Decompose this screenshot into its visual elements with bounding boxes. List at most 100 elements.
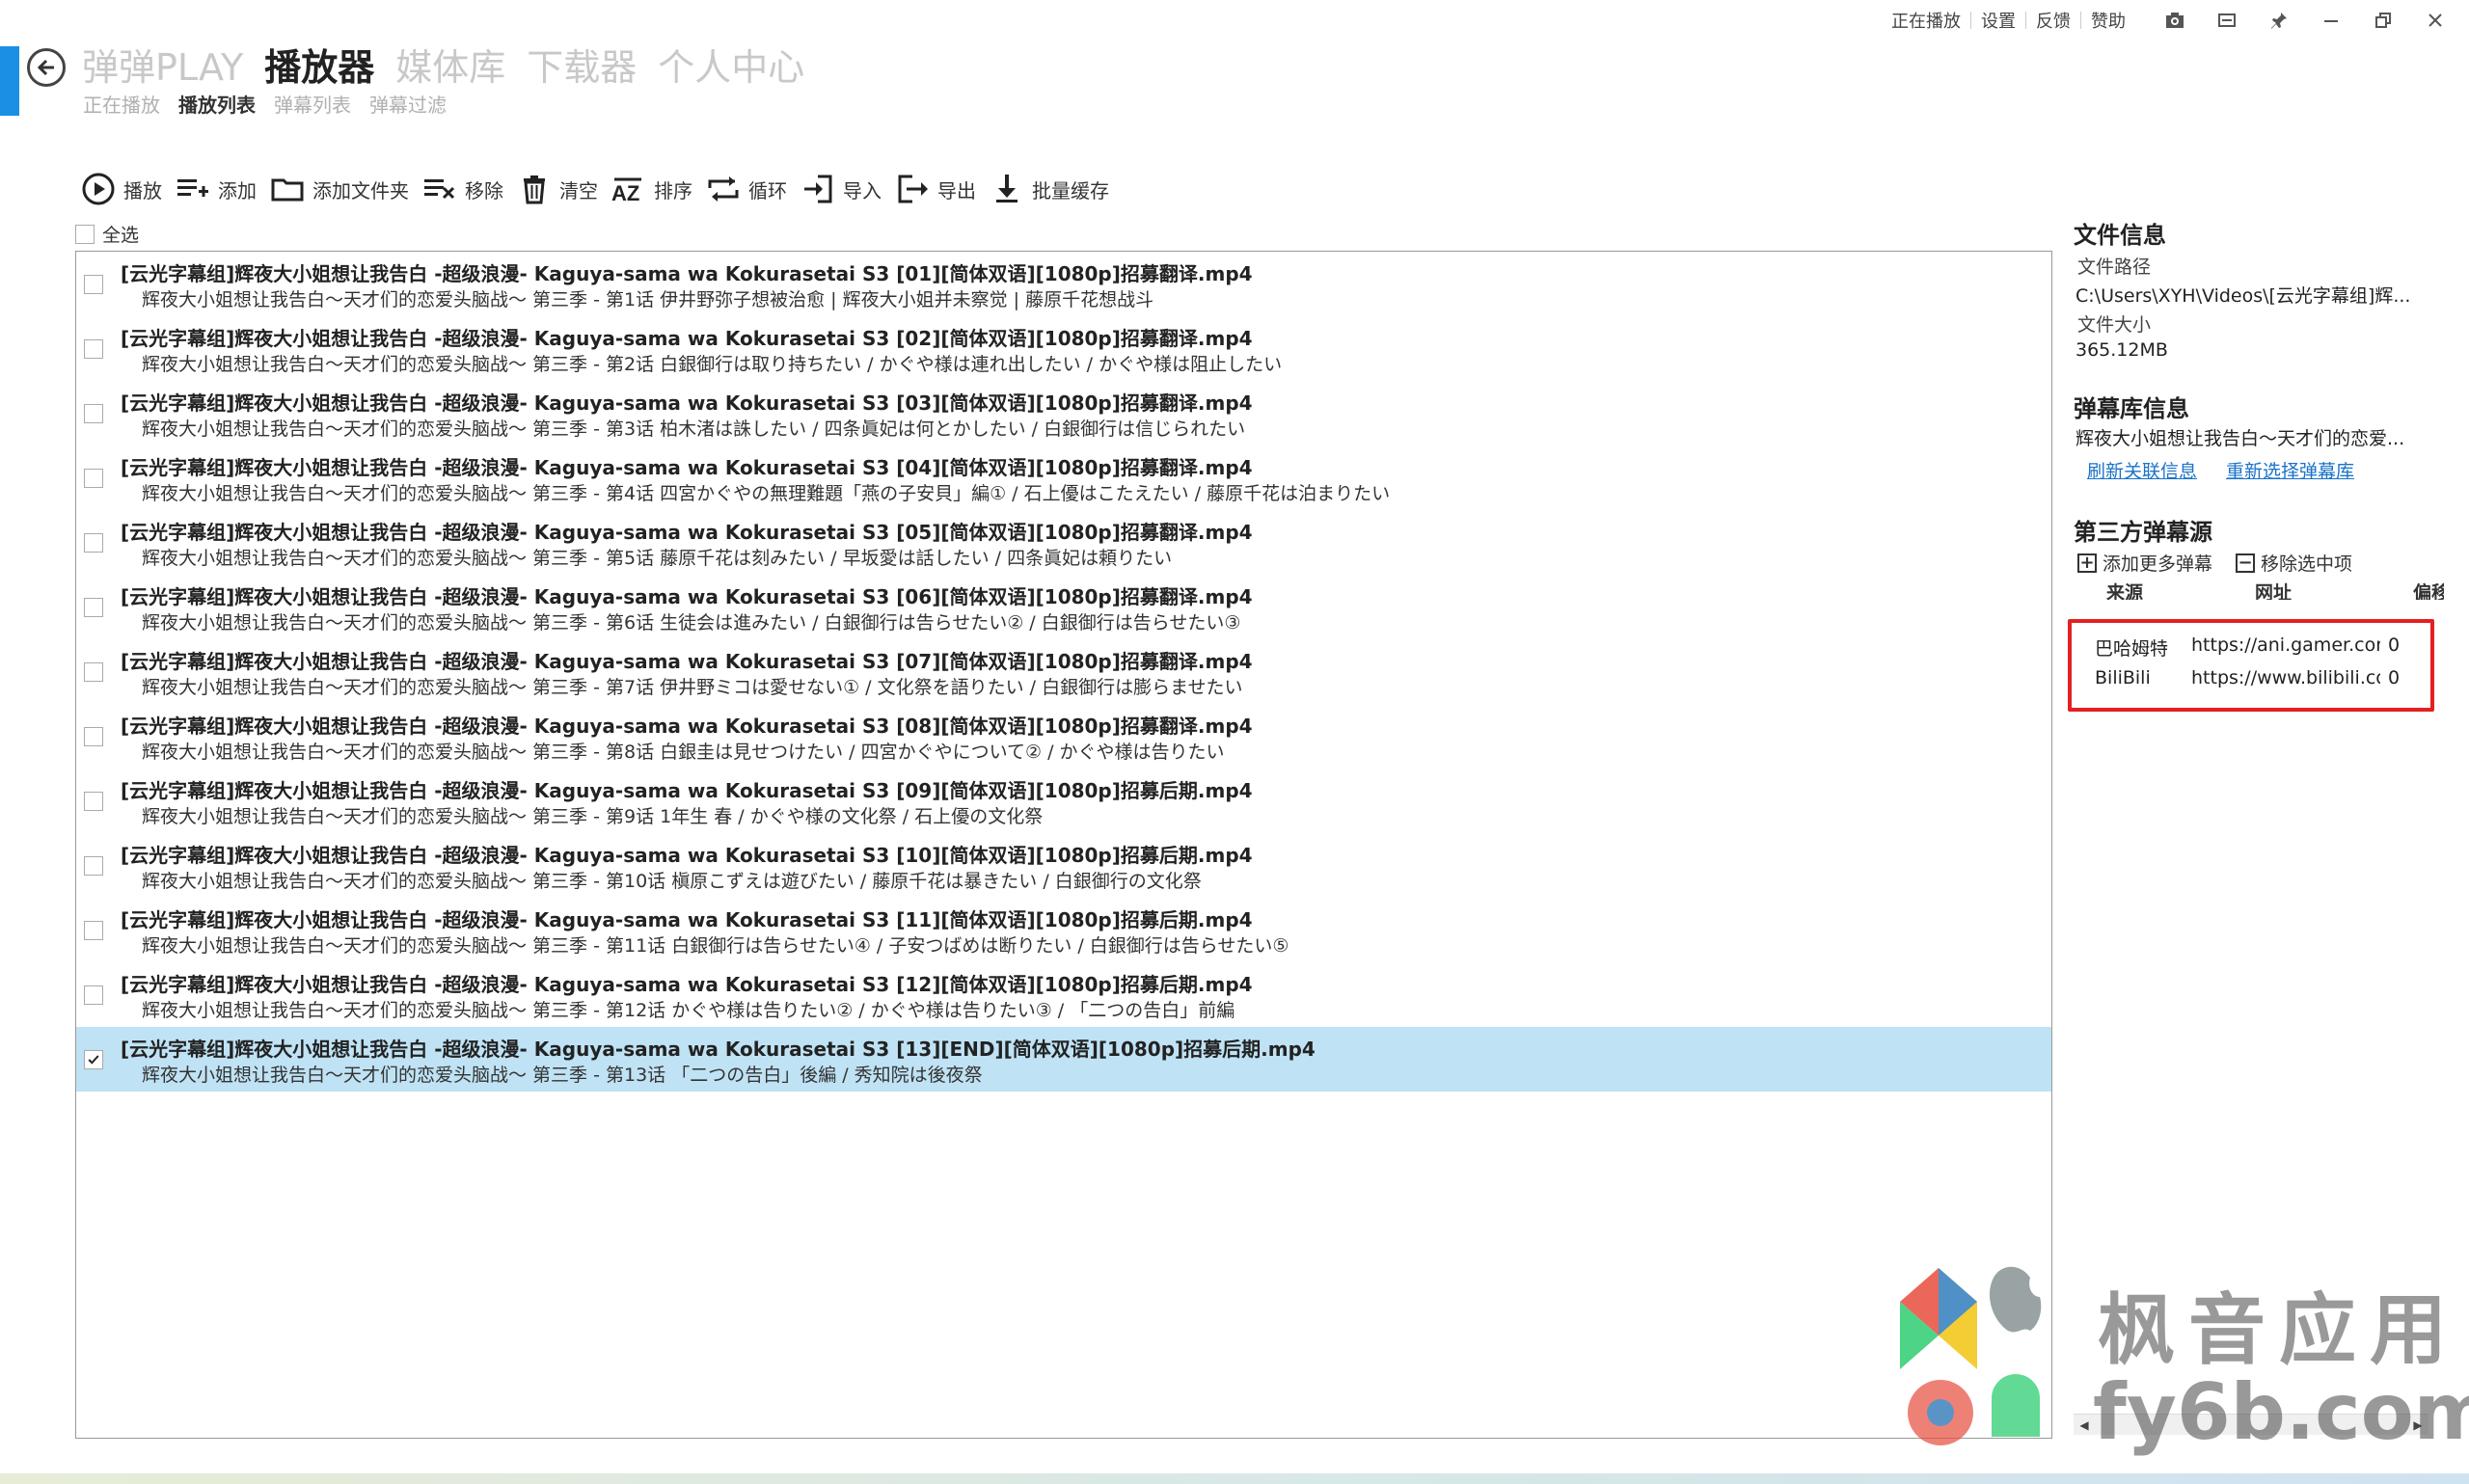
nav-item-player[interactable]: 播放器	[264, 40, 374, 94]
item-subtitle: 辉夜大小姐想让我告白～天才们的恋爱头脑战～ 第三季 - 第4话 四宮かぐやの無理…	[142, 483, 1391, 504]
nav-item-downloader[interactable]: 下载器	[527, 40, 637, 94]
close-icon[interactable]	[2425, 10, 2446, 31]
item-checkbox[interactable]	[84, 921, 103, 940]
item-subtitle: 辉夜大小姐想让我告白～天才们的恋爱头脑战～ 第三季 - 第7话 伊井野ミコは愛せ…	[142, 677, 1243, 698]
item-checkbox[interactable]	[84, 275, 103, 294]
batch-cache-button[interactable]: 批量缓存	[990, 172, 1109, 206]
danmaku-lib-value: 辉夜大小姐想让我告白～天才们的恋爱...	[2076, 428, 2405, 449]
remove-button[interactable]: 移除	[422, 172, 503, 206]
source-table: 巴哈姆特 https://ani.gamer.com 0 BiliBili ht…	[2068, 600, 2434, 903]
settings-link[interactable]: 设置	[1971, 8, 2025, 33]
item-title: [云光字幕组]辉夜大小姐想让我告白 -超级浪漫- Kaguya-sama wa …	[121, 391, 1253, 415]
clear-label: 清空	[559, 178, 598, 202]
playlist-item[interactable]: [云光字幕组]辉夜大小姐想让我告白 -超级浪漫- Kaguya-sama wa …	[76, 833, 2051, 898]
playlist-item[interactable]: [云光字幕组]辉夜大小姐想让我告白 -超级浪漫- Kaguya-sama wa …	[76, 445, 2051, 510]
item-subtitle: 辉夜大小姐想让我告白～天才们的恋爱头脑战～ 第三季 - 第2话 白銀御行は取り持…	[142, 354, 1283, 375]
mini-mode-icon[interactable]	[2216, 10, 2238, 31]
nav-item-profile[interactable]: 个人中心	[658, 40, 804, 94]
pin-icon[interactable]	[2268, 10, 2290, 31]
svg-text:AZ: AZ	[611, 181, 639, 205]
export-button[interactable]: 导出	[895, 172, 976, 206]
add-more-danmaku-button[interactable]: + 添加更多弹幕	[2077, 550, 2212, 576]
sort-button[interactable]: AZ 排序	[611, 172, 692, 206]
nav-item-home[interactable]: 弹弹PLAY	[82, 40, 243, 94]
loop-button[interactable]: 循环	[706, 172, 787, 206]
feedback-link[interactable]: 反馈	[2026, 8, 2080, 33]
toolbar: 播放 添加 添加文件夹 移除 清空 AZ 排序 循环 导入 导出 批量缓存	[81, 172, 1109, 206]
playlist-item[interactable]: [云光字幕组]辉夜大小姐想让我告白 -超级浪漫- Kaguya-sama wa …	[76, 575, 2051, 639]
playlist-item[interactable]: [云光字幕组]辉夜大小姐想让我告白 -超级浪漫- Kaguya-sama wa …	[76, 1027, 2051, 1092]
item-title: [云光字幕组]辉夜大小姐想让我告白 -超级浪漫- Kaguya-sama wa …	[121, 844, 1253, 867]
item-checkbox[interactable]	[84, 856, 103, 876]
item-title: [云光字幕组]辉夜大小姐想让我告白 -超级浪漫- Kaguya-sama wa …	[121, 262, 1253, 285]
item-checkbox[interactable]	[84, 792, 103, 811]
playlist-item[interactable]: [云光字幕组]辉夜大小姐想让我告白 -超级浪漫- Kaguya-sama wa …	[76, 316, 2051, 381]
trash-icon	[524, 175, 545, 204]
column-source[interactable]: 来源	[2106, 579, 2143, 600]
reselect-link[interactable]: 重新选择弹幕库	[2226, 457, 2354, 483]
playlist-item[interactable]: [云光字幕组]辉夜大小姐想让我告白 -超级浪漫- Kaguya-sama wa …	[76, 639, 2051, 704]
danmaku-lib-heading: 弹幕库信息	[2074, 395, 2189, 422]
item-subtitle: 辉夜大小姐想让我告白～天才们的恋爱头脑战～ 第三季 - 第3话 柏木渚は誅したい…	[142, 418, 1246, 440]
now-playing-link[interactable]: 正在播放	[1882, 8, 1970, 33]
item-checkbox[interactable]	[84, 404, 103, 423]
back-button[interactable]	[27, 48, 66, 87]
item-title: [云光字幕组]辉夜大小姐想让我告白 -超级浪漫- Kaguya-sama wa …	[121, 456, 1253, 479]
tab-now-playing[interactable]: 正在播放	[83, 90, 160, 118]
tab-danmaku-list[interactable]: 弹幕列表	[274, 90, 351, 118]
remove-selected-label: 移除选中项	[2261, 553, 2353, 575]
playlist-item[interactable]: [云光字幕组]辉夜大小姐想让我告白 -超级浪漫- Kaguya-sama wa …	[76, 381, 2051, 445]
add-folder-label: 添加文件夹	[312, 178, 409, 202]
loop-icon	[708, 176, 739, 202]
scroll-right-icon[interactable]: ▶	[2409, 1417, 2427, 1434]
playlist-item[interactable]: [云光字幕组]辉夜大小姐想让我告白 -超级浪漫- Kaguya-sama wa …	[76, 769, 2051, 833]
select-all-checkbox[interactable]	[75, 224, 95, 244]
playlist-item[interactable]: [云光字幕组]辉夜大小姐想让我告白 -超级浪漫- Kaguya-sama wa …	[76, 898, 2051, 962]
item-title: [云光字幕组]辉夜大小姐想让我告白 -超级浪漫- Kaguya-sama wa …	[121, 908, 1253, 931]
minimize-icon[interactable]	[2320, 10, 2342, 31]
item-subtitle: 辉夜大小姐想让我告白～天才们的恋爱头脑战～ 第三季 - 第13话 「二つの告白」…	[142, 1065, 983, 1086]
select-all[interactable]: 全选	[75, 221, 139, 247]
item-title: [云光字幕组]辉夜大小姐想让我告白 -超级浪漫- Kaguya-sama wa …	[121, 715, 1253, 738]
item-checkbox[interactable]	[84, 469, 103, 488]
nav-item-library[interactable]: 媒体库	[395, 40, 505, 94]
refresh-link[interactable]: 刷新关联信息	[2087, 457, 2197, 483]
item-subtitle: 辉夜大小姐想让我告白～天才们的恋爱头脑战～ 第三季 - 第9话 1年生 春 / …	[142, 806, 1044, 827]
item-subtitle: 辉夜大小姐想让我告白～天才们的恋爱头脑战～ 第三季 - 第11话 白銀御行は告ら…	[142, 935, 1289, 957]
watermark-text-1: 枫音应用	[2098, 1285, 2460, 1375]
playlist-item[interactable]: [云光字幕组]辉夜大小姐想让我告白 -超级浪漫- Kaguya-sama wa …	[76, 704, 2051, 769]
remove-selected-button[interactable]: − 移除选中项	[2236, 550, 2352, 576]
import-button[interactable]: 导入	[800, 172, 882, 206]
item-checkbox[interactable]	[84, 727, 103, 746]
camera-icon[interactable]	[2164, 10, 2185, 31]
clear-button[interactable]: 清空	[517, 172, 598, 206]
file-path-value: C:\Users\XYH\Videos\[云光字幕组]辉...	[2076, 285, 2411, 307]
column-url[interactable]: 网址	[2255, 579, 2292, 600]
playlist-item[interactable]: [云光字幕组]辉夜大小姐想让我告白 -超级浪漫- Kaguya-sama wa …	[76, 962, 2051, 1027]
sort-az-icon: AZ	[611, 177, 641, 205]
item-checkbox[interactable]	[84, 662, 103, 682]
sponsor-link[interactable]: 赞助	[2081, 8, 2135, 33]
item-checkbox[interactable]	[84, 985, 103, 1005]
restore-icon[interactable]	[2373, 10, 2394, 31]
export-icon	[898, 175, 928, 203]
item-checkbox[interactable]	[84, 339, 103, 359]
import-label: 导入	[843, 178, 882, 202]
minus-box-icon: −	[2236, 553, 2255, 573]
scroll-left-icon[interactable]: ◀	[2076, 1417, 2093, 1434]
add-button[interactable]: 添加	[176, 172, 257, 206]
tab-playlist[interactable]: 播放列表	[178, 90, 256, 118]
watermark-text-2: fy6b.com	[2093, 1367, 2469, 1457]
item-checkbox[interactable]	[84, 1050, 103, 1069]
horizontal-scrollbar[interactable]: ◀ ▶	[2074, 1414, 2428, 1435]
highlight-box	[2068, 619, 2434, 712]
item-checkbox[interactable]	[84, 598, 103, 617]
item-checkbox[interactable]	[84, 533, 103, 553]
play-button[interactable]: 播放	[81, 172, 162, 206]
add-folder-button[interactable]: 添加文件夹	[270, 172, 409, 206]
playlist-item[interactable]: [云光字幕组]辉夜大小姐想让我告白 -超级浪漫- Kaguya-sama wa …	[76, 252, 2051, 316]
column-offset[interactable]: 偏移	[2413, 579, 2444, 600]
tab-danmaku-filter[interactable]: 弹幕过滤	[369, 90, 447, 118]
playlist-item[interactable]: [云光字幕组]辉夜大小姐想让我告白 -超级浪漫- Kaguya-sama wa …	[76, 510, 2051, 575]
play-icon	[82, 173, 115, 205]
